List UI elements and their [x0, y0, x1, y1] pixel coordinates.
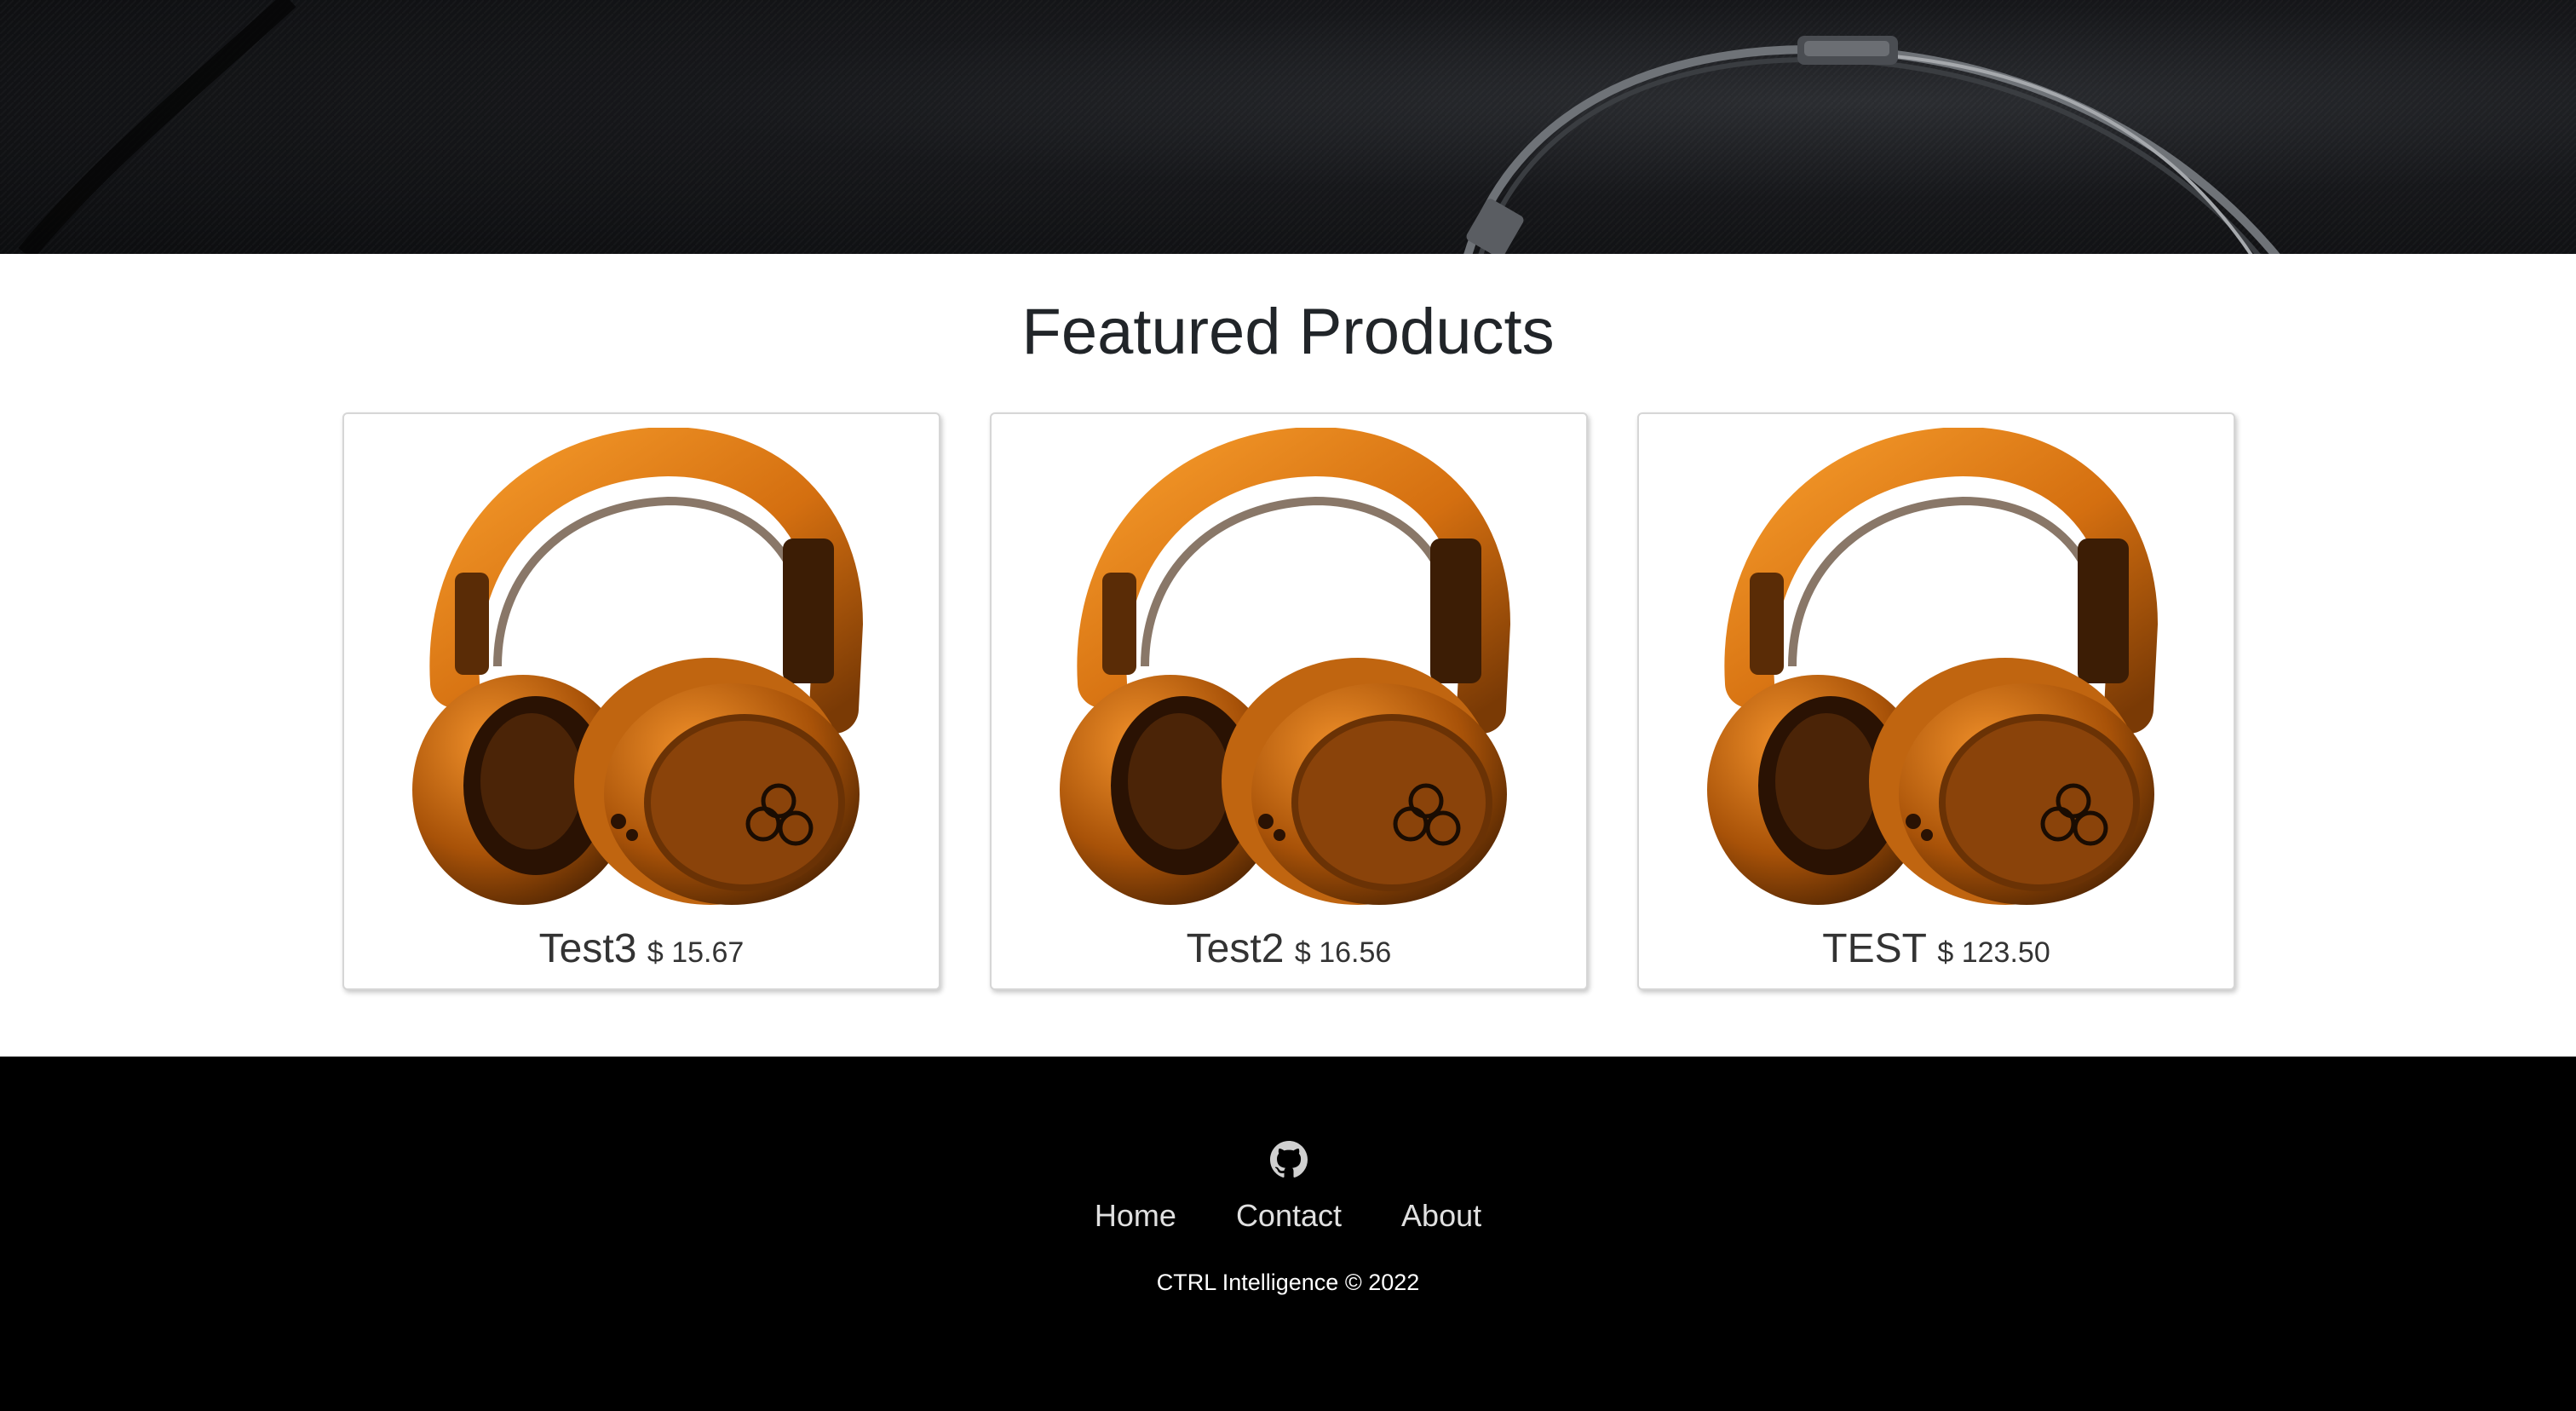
product-name[interactable]: TEST — [1822, 926, 1927, 971]
footer-link-contact[interactable]: Contact — [1236, 1197, 1342, 1235]
footer: Home Contact About CTRL Intelligence © 2… — [0, 1057, 2576, 1411]
headphones-product-image — [1707, 428, 2159, 905]
product-card[interactable]: Test3 $ 15.67 — [342, 412, 940, 990]
product-price: $ 15.67 — [647, 936, 745, 969]
github-icon[interactable] — [1270, 1141, 1308, 1178]
product-name[interactable]: Test3 — [539, 926, 637, 971]
github-icon-graphic — [1270, 1141, 1308, 1178]
product-price: $ 123.50 — [1937, 936, 2050, 969]
headphones-hero-image — [0, 0, 2576, 254]
product-caption: Test2 $ 16.56 — [992, 925, 1586, 976]
product-card[interactable]: TEST $ 123.50 — [1637, 412, 2235, 990]
copyright-text: CTRL Intelligence © 2022 — [1156, 1270, 1420, 1295]
headphones-product-image — [1060, 428, 1511, 905]
product-price: $ 16.56 — [1294, 936, 1392, 969]
product-caption: TEST $ 123.50 — [1639, 925, 2234, 976]
product-name[interactable]: Test2 — [1187, 926, 1285, 971]
footer-link-home[interactable]: Home — [1095, 1197, 1176, 1235]
headphones-product-image — [412, 428, 864, 905]
product-card[interactable]: Test2 $ 16.56 — [990, 412, 1588, 990]
featured-products-title: Featured Products — [1021, 296, 1555, 368]
footer-link-about[interactable]: About — [1401, 1197, 1481, 1235]
footer-nav: Home Contact About — [0, 1197, 2576, 1235]
hero-banner — [0, 0, 2576, 254]
product-caption: Test3 $ 15.67 — [344, 925, 939, 976]
